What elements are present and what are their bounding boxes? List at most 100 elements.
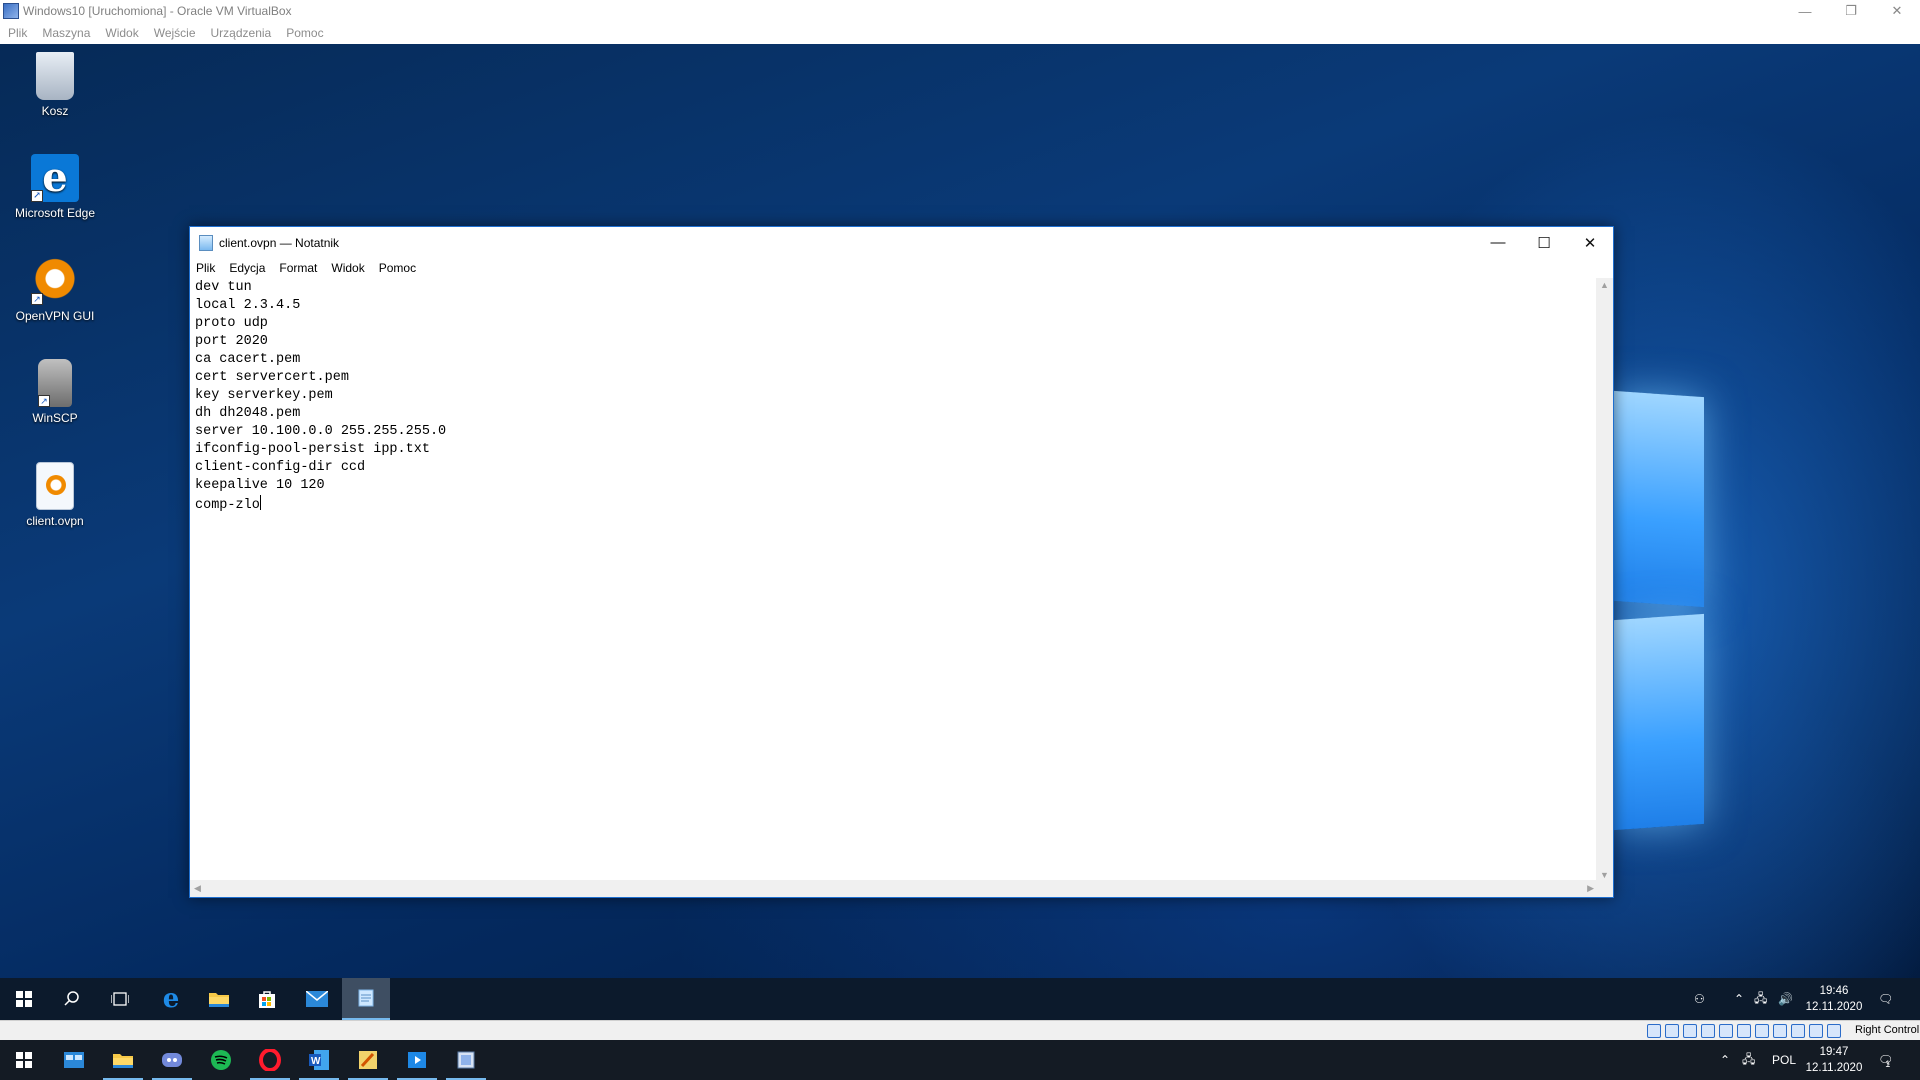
chevron-up-icon: ⌃ [1734, 992, 1745, 1006]
host-virtualbox-button[interactable] [442, 1040, 490, 1080]
notepad-title: client.ovpn — Notatnik [219, 235, 340, 250]
host-start-button[interactable] [0, 1040, 48, 1080]
volume-button[interactable]: 🔊 [1778, 978, 1793, 1020]
desktop-icon-winscp[interactable]: ↗ WinSCP [5, 359, 105, 425]
optical-drive-icon[interactable] [1665, 1024, 1679, 1038]
vbox-restore-button[interactable]: ❐ [1828, 0, 1874, 22]
virtualbox-icon [3, 3, 19, 19]
guest-desktop[interactable]: Kosz e ↗ Microsoft Edge ↗ OpenVPN GUI ↗ W… [0, 44, 1920, 1020]
people-button[interactable]: ⚇ [1694, 978, 1705, 1020]
vbox-menu-pomoc[interactable]: Pomoc [286, 26, 323, 40]
vbox-menu-urzadzenia[interactable]: Urządzenia [211, 26, 272, 40]
host-network-button[interactable]: 🖧 [1742, 1040, 1755, 1080]
text-line: dev tun [195, 280, 252, 295]
notepad-close-button[interactable]: ✕ [1567, 227, 1613, 258]
text-line: keepalive 10 120 [195, 478, 325, 493]
desktop-icon-edge[interactable]: e ↗ Microsoft Edge [5, 154, 105, 220]
action-center-button[interactable]: 🗨 [1878, 978, 1893, 1020]
shared-folders-icon[interactable] [1737, 1024, 1751, 1038]
notepad-menu-edycja[interactable]: Edycja [229, 261, 265, 275]
media-player-icon [408, 1052, 426, 1068]
host-discord-button[interactable] [148, 1040, 196, 1080]
host-explorer-button[interactable] [50, 1040, 98, 1080]
desktop-icon-client-ovpn[interactable]: client.ovpn [5, 462, 105, 528]
notepad-icon [199, 234, 213, 251]
taskbar-mail-button[interactable] [293, 978, 341, 1020]
search-icon [64, 991, 79, 1006]
vt-x-icon[interactable] [1791, 1024, 1805, 1038]
shortcut-arrow-icon: ↗ [31, 293, 43, 305]
scroll-up-icon[interactable]: ▲ [1600, 280, 1609, 290]
file-explorer-icon [209, 993, 229, 1007]
notepad-icon [358, 989, 374, 1007]
vbox-menubar: Plik Maszyna Widok Wejście Urządzenia Po… [0, 22, 1920, 44]
scroll-right-icon[interactable]: ▶ [1587, 883, 1594, 894]
network-icon: 🖧 [1754, 990, 1768, 1005]
volume-icon: 🔊 [1778, 992, 1793, 1006]
text-line: comp-zlo [195, 498, 260, 513]
notepad-maximize-button[interactable]: ☐ [1521, 227, 1567, 258]
spotify-icon [211, 1050, 231, 1070]
taskbar-notepad-button[interactable] [342, 978, 390, 1020]
network-adapter-icon[interactable] [1701, 1024, 1715, 1038]
search-button[interactable] [48, 978, 96, 1020]
notepad-text-area[interactable]: dev tun local 2.3.4.5 proto udp port 2020 ca… [190, 278, 1598, 882]
task-view-button[interactable] [96, 978, 144, 1020]
taskbar-edge-button[interactable]: e [147, 978, 195, 1020]
scroll-left-icon[interactable]: ◀ [194, 883, 201, 894]
vbox-close-button[interactable]: ✕ [1874, 0, 1920, 22]
guest-clock[interactable]: 19:46 12.11.2020 [1805, 983, 1863, 1015]
vbox-statusbar: Right Control [0, 1020, 1920, 1040]
svg-text:W: W [311, 1056, 321, 1067]
host-action-center-button[interactable]: 🗨 1 [1878, 1040, 1893, 1080]
notepad-titlebar[interactable]: client.ovpn — Notatnik — ☐ ✕ [190, 227, 1613, 258]
host-word-button[interactable]: W [295, 1040, 343, 1080]
desktop-icon-label: client.ovpn [26, 514, 84, 528]
host-opera-button[interactable] [246, 1040, 294, 1080]
vbox-menu-maszyna[interactable]: Maszyna [42, 26, 90, 40]
host-language-indicator[interactable]: POL [1772, 1040, 1796, 1080]
host-paint-button[interactable] [344, 1040, 392, 1080]
notepad-minimize-button[interactable]: — [1475, 227, 1521, 258]
taskbar-store-button[interactable] [243, 978, 291, 1020]
scroll-down-icon[interactable]: ▼ [1600, 870, 1609, 880]
network-button[interactable]: 🖧 [1754, 978, 1767, 1020]
desktop-icon-label: OpenVPN GUI [15, 309, 95, 323]
taskbar-file-explorer-button[interactable] [195, 978, 243, 1020]
notepad-menu-pomoc[interactable]: Pomoc [379, 261, 416, 275]
virtualbox-icon [457, 1051, 475, 1069]
host-clock[interactable]: 19:47 12.11.2020 [1805, 1044, 1863, 1076]
show-hidden-icons-button[interactable]: ⌃ [1734, 978, 1744, 1020]
hard-disk-icon[interactable] [1647, 1024, 1661, 1038]
start-button[interactable] [0, 978, 48, 1020]
vbox-menu-widok[interactable]: Widok [105, 26, 138, 40]
host-show-hidden-icons-button[interactable]: ⌃ [1720, 1040, 1730, 1080]
vbox-minimize-button[interactable]: — [1782, 0, 1828, 22]
notepad-menu-plik[interactable]: Plik [196, 261, 215, 275]
vbox-menu-plik[interactable]: Plik [8, 26, 27, 40]
horizontal-scrollbar[interactable]: ◀ ▶ [190, 880, 1598, 897]
audio-icon[interactable] [1683, 1024, 1697, 1038]
host-spotify-button[interactable] [197, 1040, 245, 1080]
keyboard-capture-icon[interactable] [1827, 1024, 1841, 1038]
host-file-explorer-button[interactable] [99, 1040, 147, 1080]
text-line: key serverkey.pem [195, 388, 333, 403]
mouse-integration-icon[interactable] [1809, 1024, 1823, 1038]
host-date: 12.11.2020 [1805, 1062, 1863, 1074]
vertical-scrollbar[interactable]: ▲ ▼ [1596, 278, 1613, 882]
notepad-menu-format[interactable]: Format [279, 261, 317, 275]
usb-icon[interactable] [1719, 1024, 1733, 1038]
store-icon [259, 991, 275, 1008]
desktop-icon-recycle-bin[interactable]: Kosz [5, 52, 105, 118]
recording-icon[interactable] [1773, 1024, 1787, 1038]
text-line: port 2020 [195, 334, 268, 349]
start-icon [16, 1052, 32, 1068]
host-media-player-button[interactable] [393, 1040, 441, 1080]
vbox-menu-wejscie[interactable]: Wejście [154, 26, 196, 40]
notepad-menu-widok[interactable]: Widok [331, 261, 364, 275]
notepad-window: client.ovpn — Notatnik — ☐ ✕ Plik Edycja… [189, 226, 1614, 898]
notepad-menubar: Plik Edycja Format Widok Pomoc [190, 258, 1613, 278]
desktop-icon-openvpn[interactable]: ↗ OpenVPN GUI [5, 257, 105, 323]
display-icon[interactable] [1755, 1024, 1769, 1038]
windows-logo-pane-top [1614, 390, 1704, 608]
